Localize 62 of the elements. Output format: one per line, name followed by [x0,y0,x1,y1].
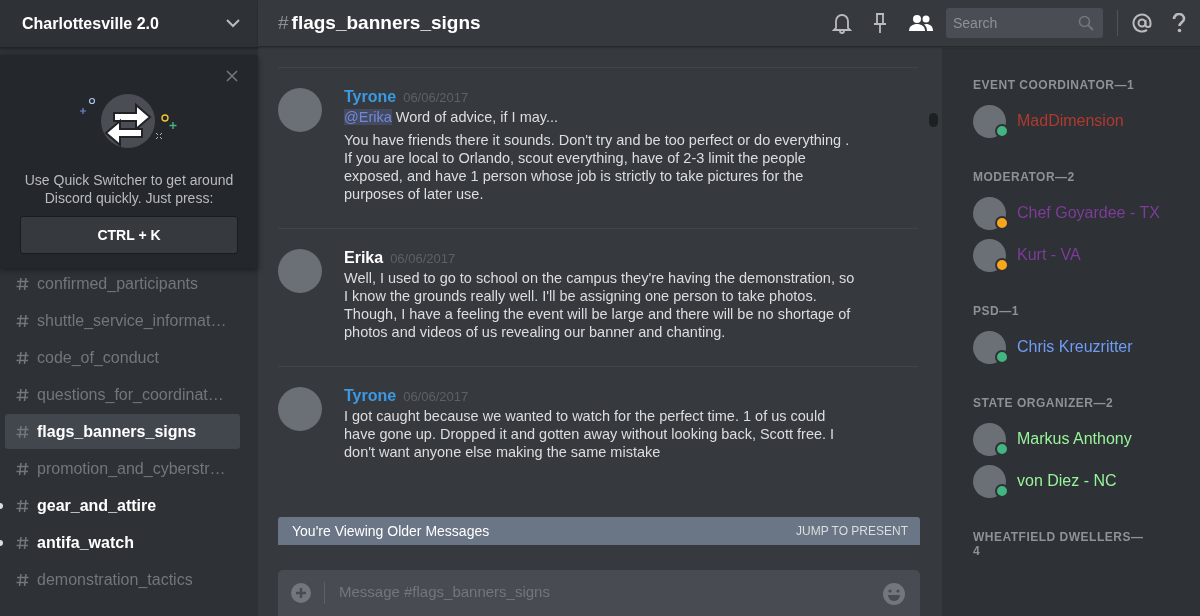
role-heading: WHEATFIELD DWELLERS—4 [973,530,1145,558]
member-item[interactable]: Markus Anthony [973,420,1188,458]
channel-item[interactable]: flags_banners_signs [5,414,240,449]
member-item[interactable]: Chris Kreuzritter [973,328,1188,366]
member-item[interactable]: von Diez - NC [973,462,1188,500]
older-messages-notice: You're Viewing Older Messages [292,523,490,539]
channel-item[interactable]: promotion_and_cyberstr… [5,451,240,486]
channel-hash-icon [16,572,29,587]
avatar-placeholder [973,196,1006,230]
channel-title: #flags_banners_signs [278,12,481,34]
channel-item[interactable]: antifa_watch [5,525,240,560]
message-text: I got caught because we wanted to watch for the perfect time. 1 of us could have gone up. Dropped it and gotten away without looking back, Scott free. I don't want anyone else making the same mistake [344,407,836,461]
channel-hash-icon [16,498,29,513]
avatar-placeholder [973,104,1006,138]
bell-icon[interactable] [832,12,852,34]
search-field[interactable]: Search [946,8,1103,38]
channel-item[interactable]: confirmed_participants [5,266,240,301]
channel-hash-icon [16,535,29,550]
role-heading: PSD—1 [973,304,1020,318]
emoji-icon[interactable] [882,582,906,606]
avatar-placeholder[interactable] [278,249,322,293]
channel-item[interactable]: gear_and_attire [5,488,240,523]
channel-item[interactable]: shuttle_service_informat… [5,303,240,338]
role-heading: STATE ORGANIZER—2 [973,396,1115,410]
plus-circle-icon[interactable] [290,582,312,604]
members-icon[interactable] [908,14,934,32]
channel-hash-icon [16,461,29,476]
author-name[interactable]: Tyrone [344,88,397,106]
quick-switcher-hint: Use Quick Switcher to get around Discord quickly. Just press: [23,171,235,207]
avatar-placeholder [973,238,1006,272]
avatar-placeholder [973,464,1006,498]
pin-icon[interactable] [872,12,888,34]
channel-hash-icon [16,350,29,365]
author-name[interactable]: Erika [344,249,384,267]
author-name[interactable]: Tyrone [344,387,397,405]
channel-hash-icon [16,424,29,439]
mention-icon[interactable] [1132,13,1152,33]
shortcut-button[interactable]: CTRL + K [20,216,238,254]
channel-item[interactable]: code_of_conduct [5,340,240,375]
avatar-placeholder [973,422,1006,456]
message-text: Well, I used to go to school on the campus they're having the demonstration, so I know the grounds really well. I'll be assigning one person to take photos. Though, I have a feeling the event will be large and there will be no shortage of photos and videos of us revealing our banner and chanting. [344,269,856,341]
close-icon[interactable] [226,70,238,82]
help-icon[interactable] [1172,13,1186,33]
role-heading: MODERATOR—2 [973,170,1076,184]
channel-hash-icon [16,387,29,402]
scrollbar-thumb[interactable] [929,113,938,127]
channel-item[interactable]: questions_for_coordinat… [5,377,240,412]
user-mention-link[interactable]: @Erika [344,109,392,125]
avatar-placeholder[interactable] [278,387,322,431]
chevron-down-icon[interactable] [226,19,240,28]
jump-to-present-link[interactable]: JUMP TO PRESENT [795,524,908,538]
search-icon [1078,15,1094,31]
role-heading: EVENT COORDINATOR—1 [973,78,1136,92]
channel-item[interactable]: demonstration_tactics [5,562,240,597]
member-item[interactable]: MadDimension [973,102,1188,140]
avatar-placeholder [973,330,1006,364]
message-text: @Erika Word of advice, if I may... [344,108,560,126]
channel-hash-icon [16,276,29,291]
channel-hash-icon [16,313,29,328]
message-text: You have friends there it sounds. Don't try and be too perfect or do everything . If you are local to Orlando, scout everything, have of 2-3 limit the people exposed, and have 1 person whose job is strictly to take pictures for the purposes of later use. [344,131,851,203]
server-name: Charlottesville 2.0 [22,14,159,33]
avatar-placeholder[interactable] [278,88,322,132]
